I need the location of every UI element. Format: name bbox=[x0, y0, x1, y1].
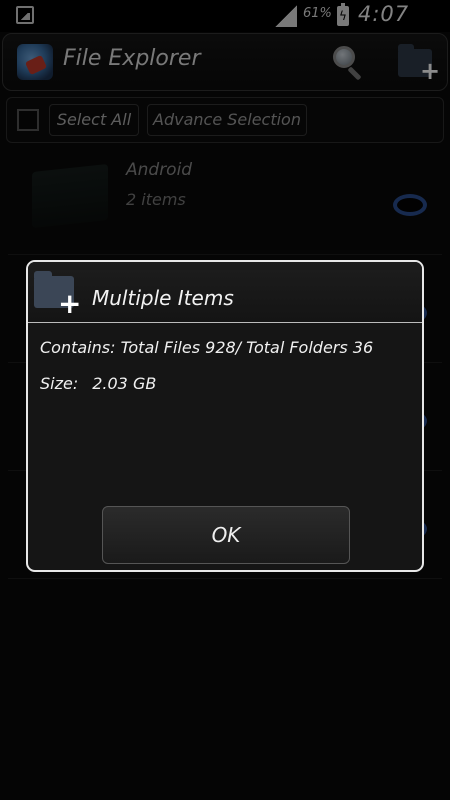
plus-icon: + bbox=[58, 287, 82, 320]
multiple-items-dialog: + Multiple Items Contains: Total Files 9… bbox=[26, 260, 424, 572]
ok-button[interactable]: OK bbox=[102, 506, 350, 564]
size-label: Size: bbox=[40, 374, 79, 393]
dialog-title: Multiple Items bbox=[92, 286, 234, 310]
new-folder-icon: + bbox=[30, 268, 82, 320]
contains-text: Contains: Total Files 928/ Total Folders… bbox=[40, 338, 374, 357]
size-value: 2.03 GB bbox=[92, 374, 157, 393]
dialog-header: + Multiple Items bbox=[28, 262, 422, 323]
size-row: Size: 2.03 GB bbox=[40, 374, 156, 393]
